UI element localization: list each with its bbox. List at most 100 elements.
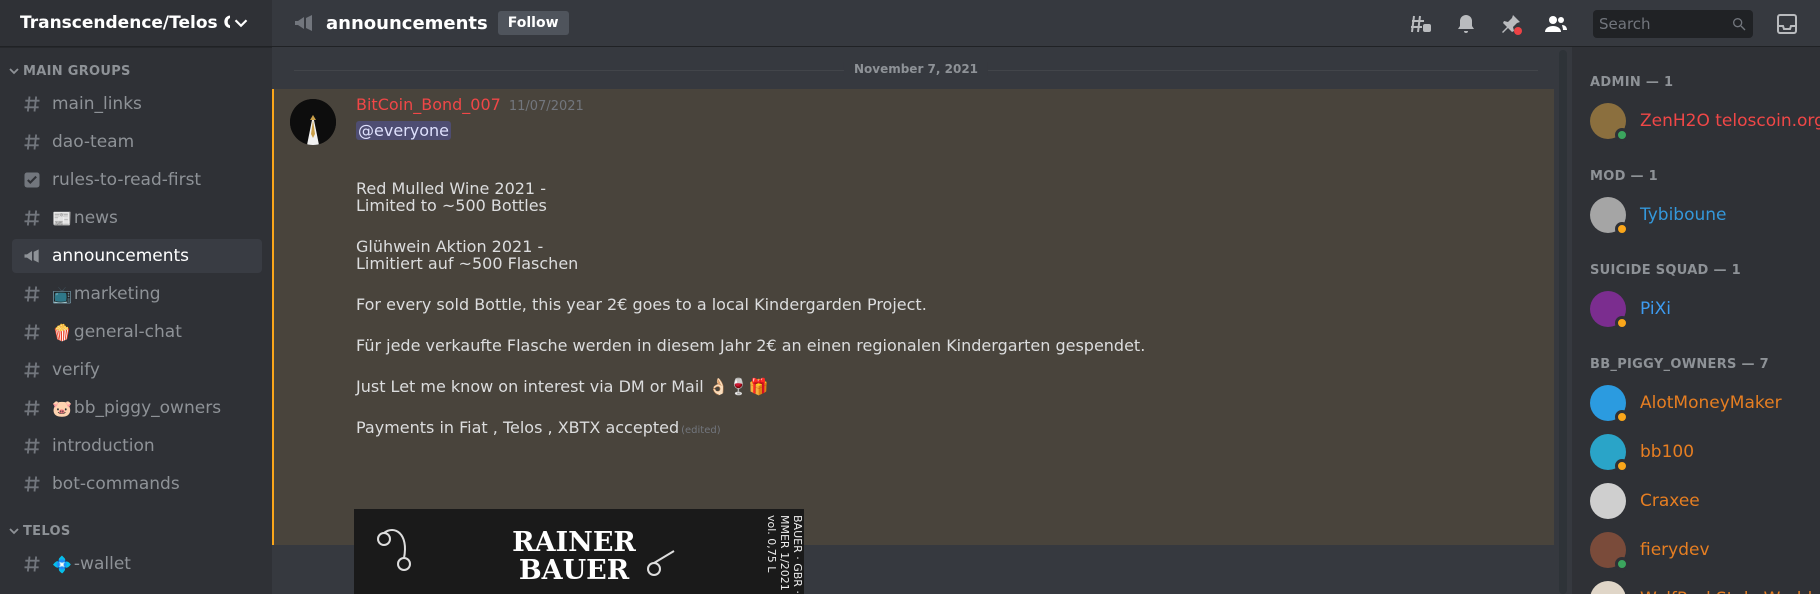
toolbar-icons: Search bbox=[1409, 0, 1820, 47]
cherry-drawing-icon-2 bbox=[647, 550, 675, 576]
member-item[interactable]: PiXi bbox=[1590, 287, 1820, 331]
avatar bbox=[1590, 385, 1629, 424]
member-name: AlotMoneyMaker bbox=[1640, 393, 1782, 413]
channel-item-bb-piggy-owners[interactable]: 🐷 bb_piggy_owners bbox=[12, 391, 262, 425]
channel-item-introduction[interactable]: introduction bbox=[12, 429, 262, 463]
hashtag-icon bbox=[22, 360, 42, 380]
status-indicator bbox=[1615, 557, 1629, 571]
message[interactable]: BitCoin_Bond_007 11/07/2021 @everyone Re… bbox=[272, 89, 1554, 545]
member-name: ZenH2O teloscoin.org bbox=[1640, 111, 1820, 131]
attachment-title: RAINER BAUER bbox=[512, 527, 636, 586]
attachment-side-text: BAUER · GBR · MMER 1/2021 · vol. 0,75 L bbox=[765, 515, 804, 594]
hashtag-icon bbox=[22, 474, 42, 494]
member-name: WolfPackStakeWorld bbox=[1640, 589, 1812, 594]
message-line bbox=[356, 358, 1145, 375]
server-name: Transcendence/Telos Co... bbox=[20, 13, 230, 33]
category-label: MAIN GROUPS bbox=[23, 63, 131, 79]
channel-item-verify[interactable]: verify bbox=[12, 353, 262, 387]
channel-item-rules-to-read-first[interactable]: rules-to-read-first bbox=[12, 163, 262, 197]
channel-list: MAIN GROUPS main_links dao-team rules-to-re… bbox=[0, 61, 272, 581]
inbox-icon[interactable] bbox=[1775, 12, 1799, 36]
chevron-down-icon bbox=[9, 68, 19, 75]
message-line: Für jede verkaufte Flasche werden in die… bbox=[356, 336, 1146, 355]
member-list: ADMIN — 1 ZenH2O teloscoin.org MOD — 1 Tybi… bbox=[1572, 47, 1820, 594]
message-line: Limited to ~500 Bottles bbox=[356, 196, 547, 215]
category-label: TELOS bbox=[23, 523, 71, 539]
channel-name: bot-commands bbox=[52, 474, 180, 494]
member-item[interactable]: AlotMoneyMaker bbox=[1590, 381, 1820, 425]
channel-name: general-chat bbox=[73, 322, 182, 342]
hashtag-icon bbox=[22, 284, 42, 304]
message-scrollbar[interactable] bbox=[1559, 50, 1567, 594]
search-icon bbox=[1733, 17, 1746, 30]
role-header: BB_PIGGY_OWNERS — 7 bbox=[1590, 357, 1769, 372]
member-name: Craxee bbox=[1640, 491, 1700, 511]
channel-name: marketing bbox=[73, 284, 161, 304]
everyone-mention[interactable]: @everyone bbox=[356, 121, 451, 140]
message-line: Limitiert auf ~500 Flaschen bbox=[356, 254, 579, 273]
message-line: Payments in Fiat , Telos , XBTX accepted bbox=[356, 418, 680, 437]
server-header[interactable]: Transcendence/Telos Co... bbox=[0, 0, 272, 47]
threads-icon[interactable] bbox=[1409, 12, 1433, 36]
category-header[interactable]: TELOS bbox=[8, 521, 272, 541]
message-author[interactable]: BitCoin_Bond_007 bbox=[356, 95, 501, 114]
channel-emoji: 🐷 bbox=[52, 398, 72, 418]
image-attachment[interactable]: RAINER BAUER BAUER · GBR · MMER 1/2021 ·… bbox=[354, 509, 804, 594]
avatar bbox=[1590, 581, 1626, 594]
channel-item-main-links[interactable]: main_links bbox=[12, 87, 262, 121]
member-item[interactable]: bb100 bbox=[1590, 430, 1820, 474]
message-line: Red Mulled Wine 2021 - bbox=[356, 179, 546, 198]
channel-emoji: 📺 bbox=[52, 284, 72, 304]
channel-name: introduction bbox=[52, 436, 155, 456]
message-line bbox=[356, 317, 1145, 334]
avatar bbox=[1590, 483, 1626, 519]
channel-item-bot-commands[interactable]: bot-commands bbox=[12, 467, 262, 501]
channel-name: bb_piggy_owners bbox=[73, 398, 222, 418]
channel-item-wallet[interactable]: 💠 -wallet bbox=[12, 547, 262, 581]
members-icon[interactable] bbox=[1544, 12, 1568, 36]
channel-item-announcements[interactable]: announcements bbox=[12, 239, 262, 273]
bell-icon[interactable] bbox=[1454, 12, 1478, 36]
member-name: fierydev bbox=[1640, 540, 1710, 560]
status-indicator bbox=[1615, 316, 1629, 330]
avatar[interactable] bbox=[290, 99, 336, 145]
channel-name: dao-team bbox=[52, 132, 135, 152]
avatar bbox=[1590, 434, 1629, 473]
channel-item-dao-team[interactable]: dao-team bbox=[12, 125, 262, 159]
message-line: For every sold Bottle, this year 2€ goes… bbox=[356, 295, 927, 314]
message-header: BitCoin_Bond_007 11/07/2021 bbox=[356, 95, 584, 114]
avatar bbox=[1590, 197, 1629, 236]
member-item[interactable]: WolfPackStakeWorld bbox=[1590, 577, 1820, 594]
hashtag-icon bbox=[22, 436, 42, 456]
channel-item-marketing[interactable]: 📺 marketing bbox=[12, 277, 262, 311]
avatar bbox=[1590, 291, 1629, 330]
role-header: SUICIDE SQUAD — 1 bbox=[1590, 263, 1741, 278]
category-header[interactable]: MAIN GROUPS bbox=[8, 61, 272, 81]
hashtag-icon bbox=[22, 398, 42, 418]
channel-item-general-chat[interactable]: 🍿 general-chat bbox=[12, 315, 262, 349]
channel-name: rules-to-read-first bbox=[52, 170, 202, 190]
pin-icon[interactable] bbox=[1499, 12, 1523, 36]
channel-name: -wallet bbox=[73, 554, 131, 574]
channel-item-news[interactable]: 📰 news bbox=[12, 201, 262, 235]
chevron-down-icon bbox=[9, 528, 19, 535]
tuxedo-avatar-image bbox=[290, 99, 336, 145]
channel-name: verify bbox=[52, 360, 100, 380]
message-line bbox=[356, 218, 1145, 235]
member-item[interactable]: Craxee bbox=[1590, 479, 1820, 523]
member-item[interactable]: ZenH2O teloscoin.org bbox=[1590, 99, 1820, 143]
member-item[interactable]: Tybiboune bbox=[1590, 193, 1820, 237]
follow-button[interactable]: Follow bbox=[497, 11, 569, 35]
status-indicator bbox=[1615, 128, 1629, 142]
hashtag-icon bbox=[22, 208, 42, 228]
channel-name: main_links bbox=[52, 94, 142, 114]
channel-name: news bbox=[73, 208, 118, 228]
channel-sidebar: Transcendence/Telos Co... MAIN GROUPS mai… bbox=[0, 0, 272, 594]
avatar bbox=[1590, 532, 1629, 571]
channel-title: announcements bbox=[326, 12, 488, 34]
search-input[interactable]: Search bbox=[1593, 9, 1753, 38]
hashtag-icon bbox=[22, 322, 42, 342]
member-item[interactable]: fierydev bbox=[1590, 528, 1820, 572]
date-divider-label: November 7, 2021 bbox=[843, 62, 989, 76]
channel-name: announcements bbox=[52, 246, 190, 266]
